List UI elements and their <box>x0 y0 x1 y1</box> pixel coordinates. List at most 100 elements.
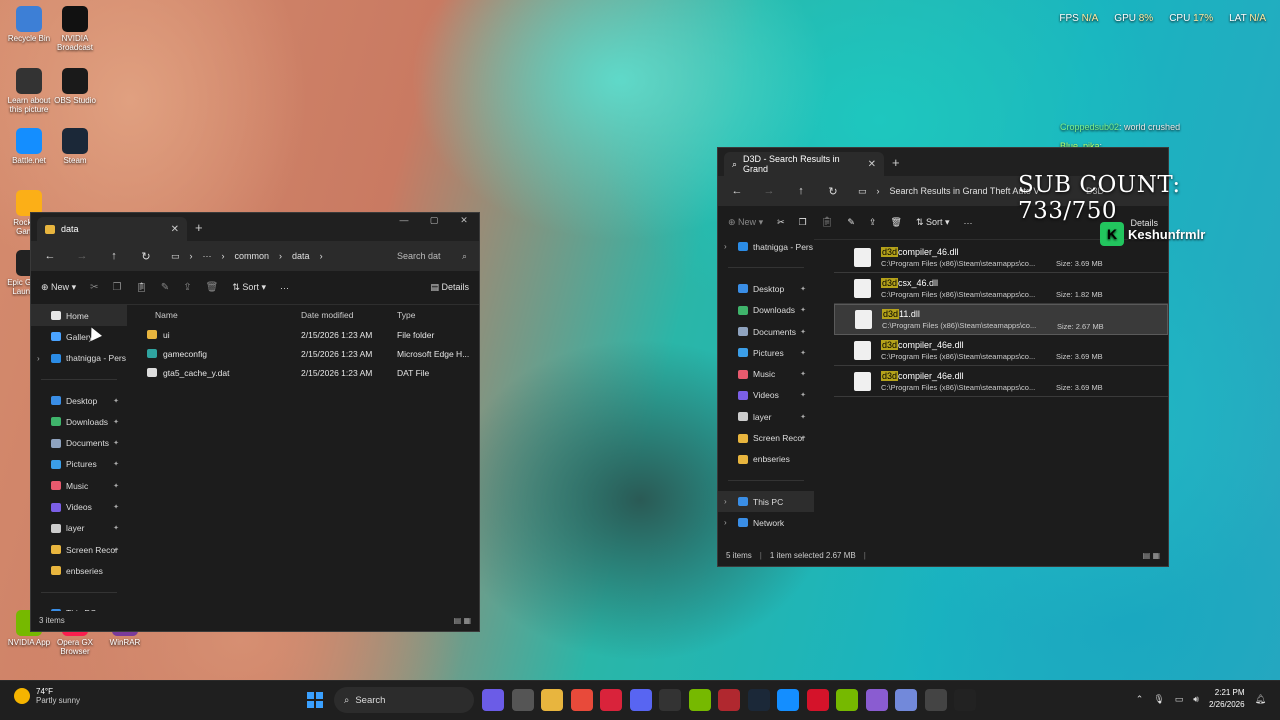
desktop-shortcut[interactable]: Battle.net <box>4 128 54 165</box>
adobe-icon[interactable] <box>806 689 829 711</box>
chevron-right-icon[interactable]: › <box>724 497 727 506</box>
tab-search-results[interactable]: ⌕ D3D - Search Results in Grand ✕ <box>724 152 884 176</box>
search-input[interactable]: Search dat ⌕ <box>391 245 473 267</box>
close-tab-icon[interactable]: ✕ <box>171 224 179 235</box>
search-result-row[interactable]: d3d11.dll C:\Program Files (x86)\Steam\st… <box>834 304 1168 335</box>
sort-button[interactable]: ⇅ Sort ▾ <box>916 217 950 228</box>
copy-icon[interactable]: ❐ <box>112 282 121 293</box>
capcut-icon[interactable] <box>718 689 740 711</box>
nav-item[interactable]: Gallery <box>31 326 127 347</box>
close-tab-icon[interactable]: ✕ <box>868 159 876 170</box>
nav-item[interactable]: Home <box>31 305 127 327</box>
forward-button[interactable]: → <box>756 185 782 197</box>
battlenet-icon[interactable] <box>777 689 799 711</box>
nav-item[interactable]: Desktop ✦ <box>718 278 814 299</box>
nav-item[interactable]: Downloads ✦ <box>31 411 127 432</box>
view-toggle-icons[interactable]: ▤ ▦ <box>1143 551 1160 560</box>
new-tab-button[interactable]: + <box>195 220 203 235</box>
chevron-right-icon[interactable]: › <box>724 518 727 527</box>
new-tab-button[interactable]: + <box>892 155 900 170</box>
maximize-button[interactable]: ▢ <box>419 213 449 231</box>
up-button[interactable]: ↑ <box>788 185 814 197</box>
nav-item[interactable]: Videos ✦ <box>31 496 127 517</box>
up-button[interactable]: ↑ <box>101 250 127 262</box>
forward-button[interactable]: → <box>69 250 95 262</box>
rename-icon[interactable]: ✎ <box>161 282 169 293</box>
nav-item[interactable]: layer ✦ <box>31 518 127 539</box>
new-button[interactable]: ⊕ New ▾ <box>41 282 76 293</box>
nvidia-broadcast-icon[interactable] <box>688 689 711 711</box>
microphone-icon[interactable]: 🎙︎ <box>1153 694 1164 705</box>
start-button[interactable] <box>304 689 326 711</box>
volume-icon[interactable]: 🔊︎ <box>1193 694 1199 705</box>
refresh-button[interactable]: ↻ <box>133 250 159 263</box>
share-icon[interactable]: ⇪ <box>183 282 191 293</box>
more-crumbs-icon[interactable]: ··· <box>203 251 212 261</box>
nav-item[interactable]: Desktop ✦ <box>31 390 127 411</box>
back-button[interactable]: ← <box>724 185 750 197</box>
nav-item[interactable]: layer ✦ <box>718 406 814 427</box>
search-result-row[interactable]: d3dcsx_46.dll C:\Program Files (x86)\Stea… <box>834 273 1168 304</box>
nav-item[interactable]: Music ✦ <box>718 363 814 384</box>
weather-widget[interactable]: 74°F Partly sunny <box>14 687 80 705</box>
obs-icon[interactable] <box>659 689 681 711</box>
title-bar[interactable]: data ✕ + — ▢ ✕ <box>31 213 479 241</box>
clock[interactable]: 2:21 PM 2/26/2026 <box>1209 687 1245 711</box>
more-options-icon[interactable]: ··· <box>964 218 973 228</box>
file-row[interactable]: ui 2/15/2026 1:23 AM File folder <box>141 325 479 344</box>
nav-item[interactable]: › Network <box>718 512 814 533</box>
taskbar-search[interactable]: ⌕ Search <box>334 687 474 713</box>
nav-item[interactable]: Downloads ✦ <box>718 300 814 321</box>
column-date-modified[interactable]: Date modified <box>301 310 397 320</box>
cut-icon[interactable]: ✂ <box>777 217 785 228</box>
file-row[interactable]: gta5_cache_y.dat 2/15/2026 1:23 AM DAT Fil… <box>141 363 479 382</box>
paste-icon[interactable]: 📋︎ <box>821 217 834 228</box>
file-explorer-icon[interactable] <box>541 689 563 711</box>
rename-icon[interactable]: ✎ <box>847 217 855 228</box>
close-window-button[interactable]: ✕ <box>449 213 479 231</box>
view-toggle-icons[interactable]: ▤ ▦ <box>454 616 471 625</box>
ghost-icon[interactable] <box>924 689 947 711</box>
delete-icon[interactable]: 🗑︎ <box>206 282 219 293</box>
nvidia-app-icon[interactable] <box>836 689 858 711</box>
opera-icon[interactable] <box>600 689 622 711</box>
nav-item[interactable]: enbseries <box>718 449 814 470</box>
breadcrumb-common[interactable]: common <box>235 251 270 261</box>
refresh-button[interactable]: ↻ <box>820 185 846 198</box>
delete-icon[interactable]: 🗑︎ <box>891 217 902 228</box>
steam-icon[interactable] <box>747 689 770 711</box>
minimize-button[interactable]: — <box>389 213 419 231</box>
desktop-shortcut[interactable]: OBS Studio <box>50 68 100 105</box>
search-result-row[interactable]: d3dcompiler_46e.dll C:\Program Files (x86… <box>834 335 1168 366</box>
nav-item[interactable]: › thatnigga - Pers <box>31 348 127 369</box>
nav-item[interactable]: enbseries <box>31 560 127 581</box>
notification-icon[interactable]: 🔔︎ <box>1255 694 1266 705</box>
chevron-right-icon[interactable]: › <box>724 242 727 251</box>
nav-item[interactable]: Music ✦ <box>31 475 127 496</box>
nav-item[interactable]: Pictures ✦ <box>718 342 814 363</box>
chrome-icon[interactable] <box>570 689 593 711</box>
network-icon[interactable]: ▭ <box>1175 694 1184 705</box>
nav-item[interactable]: › thatnigga - Pers <box>718 236 814 257</box>
chevron-right-icon[interactable]: › <box>37 354 40 363</box>
details-button[interactable]: ▤ Details <box>430 282 469 293</box>
file-explorer-data-window[interactable]: data ✕ + — ▢ ✕ ← → ↑ ↻ ▭ › ··· › common › da… <box>30 212 480 632</box>
nav-item[interactable]: Documents ✦ <box>718 321 814 342</box>
sort-button[interactable]: ⇅ Sort ▾ <box>232 282 266 293</box>
nav-item[interactable]: Documents ✦ <box>31 432 127 453</box>
chevron-up-icon[interactable]: ⌃ <box>1136 694 1144 705</box>
nav-item[interactable]: Pictures ✦ <box>31 454 127 475</box>
cut-icon[interactable]: ✂ <box>90 282 98 293</box>
new-button[interactable]: ⊕ New ▾ <box>728 217 763 228</box>
file-row[interactable]: gameconfig 2/15/2026 1:23 AM Microsoft Edg… <box>141 344 479 363</box>
discord-icon[interactable] <box>629 689 652 711</box>
discord-icon[interactable] <box>895 689 917 711</box>
settings-icon[interactable] <box>511 689 534 711</box>
tab-data[interactable]: data ✕ <box>37 217 187 241</box>
copilot-icon[interactable] <box>482 689 504 711</box>
column-type[interactable]: Type <box>397 310 479 320</box>
back-button[interactable]: ← <box>37 250 63 262</box>
notepad-icon[interactable] <box>865 689 888 711</box>
breadcrumb-data[interactable]: data <box>292 251 310 261</box>
share-icon[interactable]: ⇪ <box>869 217 877 228</box>
